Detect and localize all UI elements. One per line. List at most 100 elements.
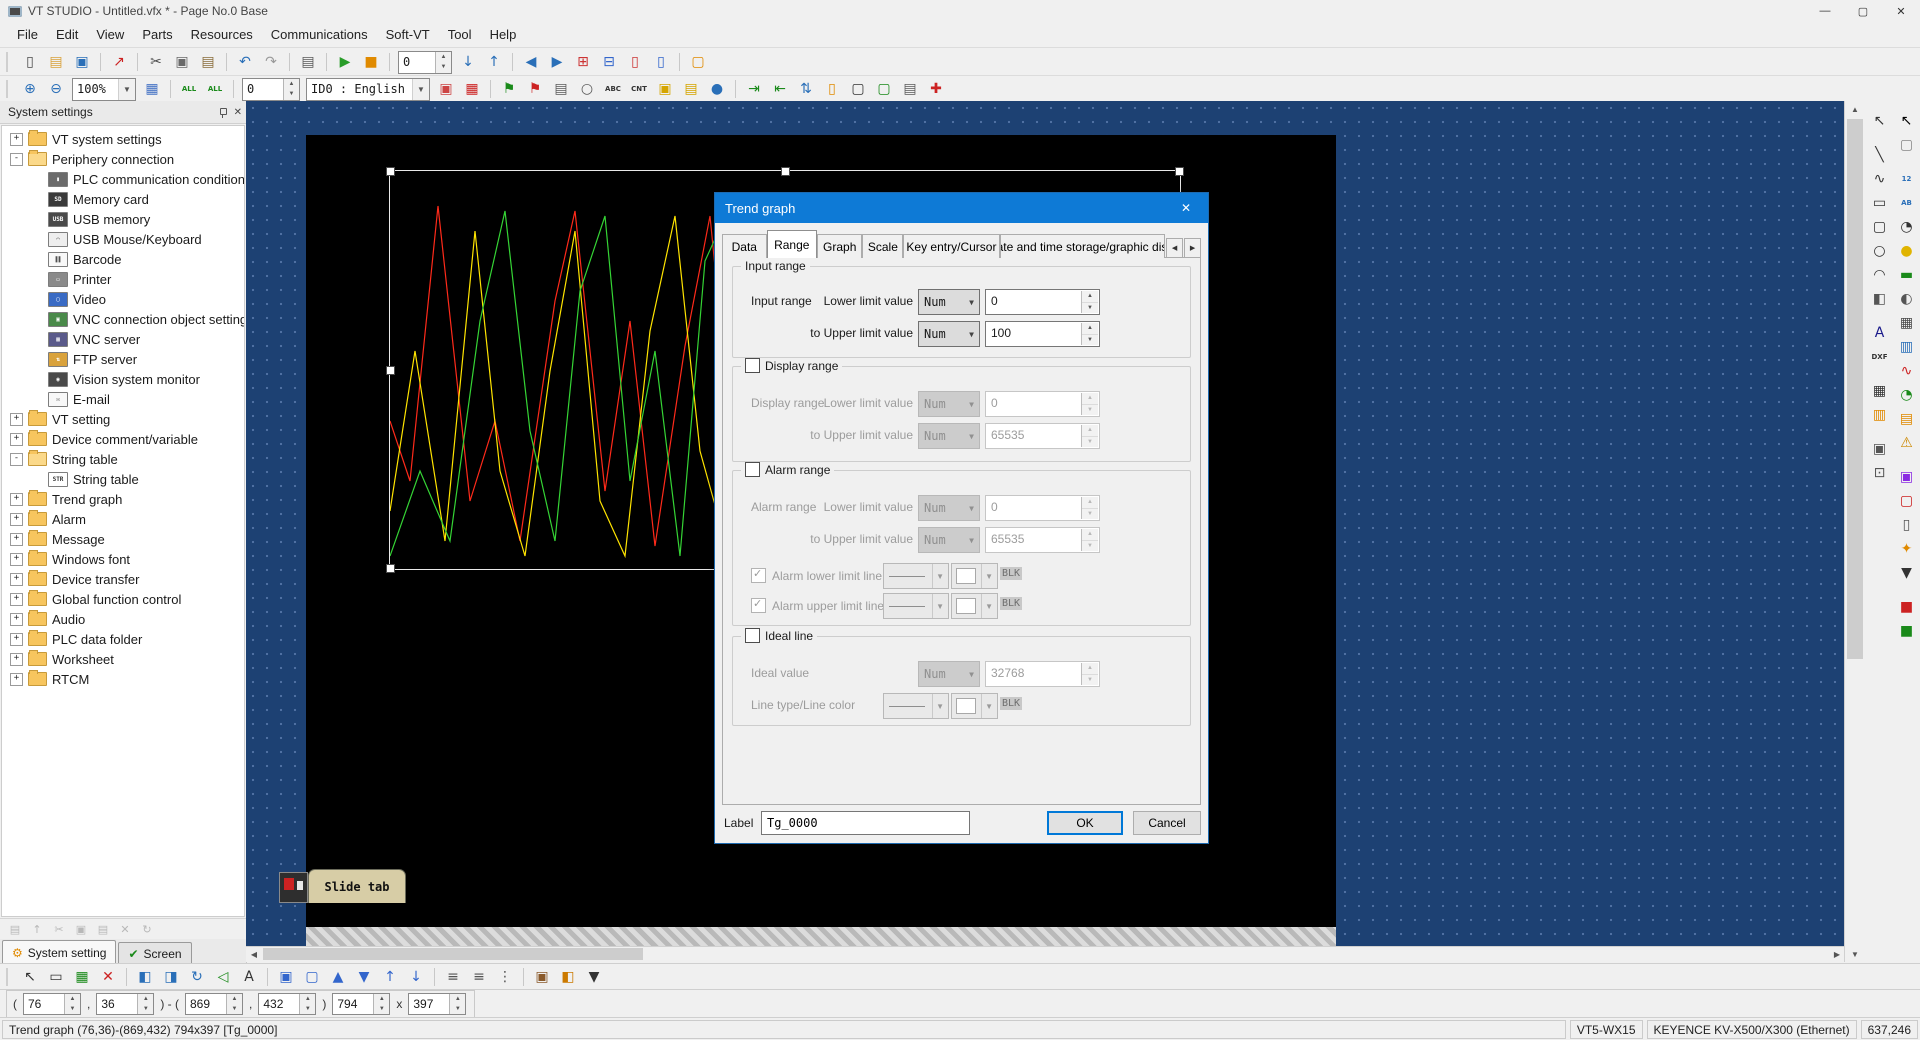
- tree-item-device-transfer[interactable]: +Device transfer: [2, 569, 244, 589]
- expand-plus-icon[interactable]: +: [10, 653, 23, 666]
- tab-scroll-left-button[interactable]: ◀: [1166, 238, 1183, 258]
- spinner-arrows[interactable]: ▲▼: [435, 52, 451, 73]
- new-file-button[interactable]: ▯: [18, 51, 42, 73]
- ellipse-tool-button[interactable]: ○: [1868, 240, 1891, 262]
- tree-paste-button[interactable]: ▤: [93, 920, 113, 938]
- spinner-arrows[interactable]: ▲▼: [1081, 291, 1098, 313]
- input-lower-type-combo[interactable]: Num ▼: [918, 289, 980, 315]
- paint-tool-button[interactable]: ◧: [556, 966, 580, 988]
- selection-x2-spinner[interactable]: 869▲▼: [185, 993, 243, 1015]
- numeric-display-part-button[interactable]: 12: [1895, 168, 1918, 190]
- panel-tab-system-setting[interactable]: ⚙System setting: [2, 940, 116, 965]
- tree-cut-button[interactable]: ✂: [49, 920, 69, 938]
- selection-width-spinner[interactable]: 794▲▼: [332, 993, 390, 1015]
- menu-resources[interactable]: Resources: [182, 24, 262, 45]
- switch-part-button[interactable]: ▬: [1895, 264, 1918, 286]
- spinner-arrows[interactable]: ▲▼: [137, 994, 153, 1014]
- fill-tool-button[interactable]: ◧: [1868, 288, 1891, 310]
- maximize-button[interactable]: ▢: [1844, 0, 1882, 22]
- tree-item-vnc-server[interactable]: ▦VNC server: [2, 329, 244, 349]
- tree-item-video[interactable]: ▢Video: [2, 289, 244, 309]
- red-grid-button[interactable]: ▦: [460, 78, 484, 100]
- tree-item-ftp-server[interactable]: ⇅FTP server: [2, 349, 244, 369]
- panel-tab-screen[interactable]: ✔Screen: [118, 942, 191, 965]
- expand-plus-icon[interactable]: +: [10, 673, 23, 686]
- send-to-back-button[interactable]: ▼: [352, 966, 376, 988]
- close-button[interactable]: ✕: [1882, 0, 1920, 22]
- menu-edit[interactable]: Edit: [47, 24, 87, 45]
- lock-tool-button[interactable]: ▣: [1868, 438, 1891, 460]
- copy-button[interactable]: ▣: [170, 51, 194, 73]
- base-screen-button[interactable]: ▢: [686, 51, 710, 73]
- align-center-button[interactable]: ≡: [467, 966, 491, 988]
- marquee-select-button[interactable]: ▭: [44, 966, 68, 988]
- printer-output-button[interactable]: ▤: [898, 78, 922, 100]
- tab-scale[interactable]: Scale: [862, 234, 903, 258]
- toggle-part-button[interactable]: ◐: [1895, 288, 1918, 310]
- page-down-button[interactable]: ↓: [456, 51, 480, 73]
- prev-screen-button[interactable]: ◀: [519, 51, 543, 73]
- dxf-tool-button[interactable]: DXF: [1868, 346, 1891, 368]
- cancel-button[interactable]: Cancel: [1133, 811, 1201, 835]
- label-input[interactable]: [761, 811, 970, 835]
- vertical-scroll-thumb[interactable]: [1847, 119, 1863, 659]
- more-parts-button[interactable]: ▼: [1895, 562, 1918, 584]
- input-upper-type-combo[interactable]: Num ▼: [918, 321, 980, 347]
- zoom-out-button[interactable]: ⊖: [44, 78, 68, 100]
- rect-tool-button[interactable]: ▭: [1868, 192, 1891, 214]
- dialog-close-icon[interactable]: ✕: [1164, 193, 1208, 223]
- tab-key-entry-cursor[interactable]: Key entry/Cursor: [903, 234, 999, 258]
- bring-to-front-button[interactable]: ▲: [326, 966, 350, 988]
- menu-file[interactable]: File: [8, 24, 47, 45]
- show-all-on-button[interactable]: ALL: [177, 78, 201, 100]
- properties-button[interactable]: ▤: [5, 920, 25, 938]
- table-tool-button[interactable]: ▦: [1868, 380, 1891, 402]
- insert-page-button[interactable]: ⊞: [571, 51, 595, 73]
- line-tool-button[interactable]: ╲: [1868, 144, 1891, 166]
- expand-plus-icon[interactable]: +: [10, 513, 23, 526]
- tree-item-vnc-connection-object-setting[interactable]: ▣VNC connection object setting: [2, 309, 244, 329]
- tree-item-string-table[interactable]: -String table: [2, 449, 244, 469]
- green-part-button[interactable]: ■: [1895, 620, 1918, 642]
- selection-x1-spinner[interactable]: 76▲▼: [23, 993, 81, 1015]
- collapse-minus-icon[interactable]: -: [10, 153, 23, 166]
- mirror-button[interactable]: ◁: [211, 966, 235, 988]
- tree-item-windows-font[interactable]: +Windows font: [2, 549, 244, 569]
- tree-item-vt-setting[interactable]: +VT setting: [2, 409, 244, 429]
- tree-item-device-comment-variable[interactable]: +Device comment/variable: [2, 429, 244, 449]
- sim-device-2-button[interactable]: ▤: [679, 78, 703, 100]
- video-part-button[interactable]: ▢: [1895, 490, 1918, 512]
- chevron-down-icon[interactable]: ▼: [412, 79, 429, 100]
- tool-dropdown-button[interactable]: ▼: [582, 966, 606, 988]
- tree-item-barcode[interactable]: ∥∥Barcode: [2, 249, 244, 269]
- show-all-off-button[interactable]: ALL: [203, 78, 227, 100]
- font-button[interactable]: A: [237, 966, 261, 988]
- ideal-line-checkbox[interactable]: [745, 628, 760, 643]
- tree-item-plc-communication-condition[interactable]: ▮PLC communication condition: [2, 169, 244, 189]
- expand-plus-icon[interactable]: +: [10, 413, 23, 426]
- chart-tool-button[interactable]: ▥: [1868, 404, 1891, 426]
- tree-item-trend-graph[interactable]: +Trend graph: [2, 489, 244, 509]
- tree-item-string-table[interactable]: STRString table: [2, 469, 244, 489]
- selection-height-spinner[interactable]: 397▲▼: [408, 993, 466, 1015]
- selection-handle[interactable]: [386, 564, 395, 573]
- horizontal-scrollbar[interactable]: ◀ ▶: [246, 946, 1845, 962]
- delete-object-button[interactable]: ✕: [96, 966, 120, 988]
- color-palette-button[interactable]: ▣: [434, 78, 458, 100]
- selection-handle[interactable]: [1175, 167, 1184, 176]
- data-graph-part-button[interactable]: ▤: [1895, 408, 1918, 430]
- keypad-part-button[interactable]: ▦: [1895, 312, 1918, 334]
- tree-item-memory-card[interactable]: SDMemory card: [2, 189, 244, 209]
- bar-graph-part-button[interactable]: ▥: [1895, 336, 1918, 358]
- jump-page-button[interactable]: ▯: [649, 51, 673, 73]
- scroll-down-icon[interactable]: ▼: [1845, 946, 1865, 962]
- scroll-up-icon[interactable]: ▲: [1845, 101, 1865, 117]
- alarm-part-button[interactable]: ⚠: [1895, 432, 1918, 454]
- tree-item-rtcm[interactable]: +RTCM: [2, 669, 244, 689]
- tree-item-plc-data-folder[interactable]: +PLC data folder: [2, 629, 244, 649]
- save-file-button[interactable]: ▣: [70, 51, 94, 73]
- fit-view-button[interactable]: ⊡: [1868, 462, 1891, 484]
- paste-button[interactable]: ▤: [196, 51, 220, 73]
- group-button[interactable]: ▣: [274, 966, 298, 988]
- transfer-out-button[interactable]: ⇤: [768, 78, 792, 100]
